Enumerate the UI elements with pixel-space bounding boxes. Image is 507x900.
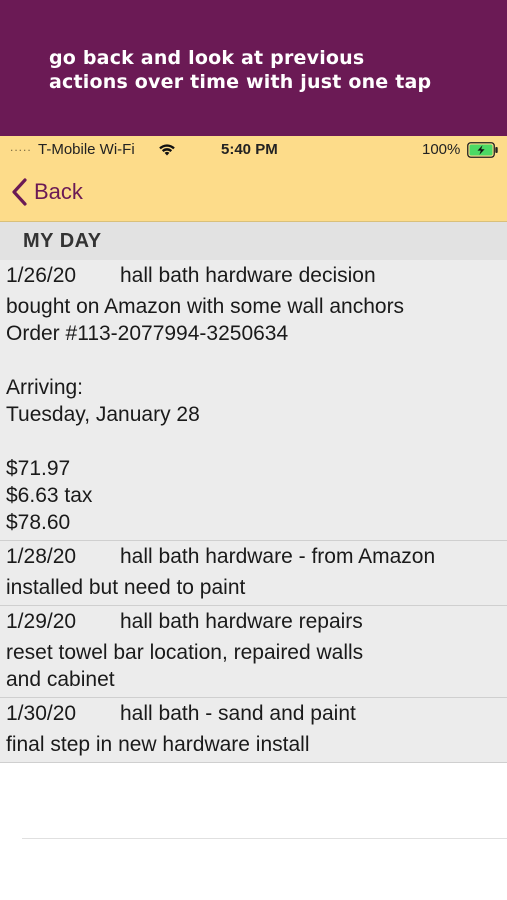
- entry-title: hall bath hardware repairs: [120, 610, 363, 633]
- entry-title: hall bath - sand and paint: [120, 702, 356, 725]
- entry-note: reset towel bar location, repaired walls…: [6, 641, 364, 691]
- section-header-my-day: MY DAY: [0, 222, 507, 260]
- status-time: 5:40 PM: [221, 141, 278, 158]
- entry-note: bought on Amazon with some wall anchors …: [6, 295, 405, 534]
- promo-text: go back and look at previous actions ove…: [49, 46, 431, 94]
- signal-strength-icon: .....: [10, 140, 32, 154]
- entry-list: 1/26/20 hall bath hardware decision boug…: [0, 260, 507, 763]
- entry-header: 1/29/20 hall bath hardware repairs: [6, 606, 501, 635]
- wifi-icon: [159, 144, 175, 156]
- promo-line-2: actions over time with just one tap: [49, 71, 432, 93]
- entry-note: final step in new hardware install: [6, 733, 310, 756]
- list-item[interactable]: 1/26/20 hall bath hardware decision boug…: [0, 260, 507, 541]
- entry-header: 1/26/20 hall bath hardware decision: [6, 260, 501, 289]
- promo-banner: go back and look at previous actions ove…: [0, 0, 507, 136]
- battery-percentage: 100%: [422, 141, 461, 158]
- list-item[interactable]: 1/28/20 hall bath hardware - from Amazon…: [0, 541, 507, 606]
- entry-date: 1/30/20: [6, 702, 77, 725]
- divider: [22, 838, 507, 839]
- promo-line-1: go back and look at previous: [49, 47, 365, 69]
- status-bar: ..... T-Mobile Wi-Fi 5:40 PM 100%: [0, 136, 507, 162]
- entry-title: hall bath hardware decision: [120, 264, 376, 287]
- empty-list-area: [0, 763, 507, 833]
- entry-title: hall bath hardware - from Amazon: [120, 545, 436, 568]
- navigation-header: ..... T-Mobile Wi-Fi 5:40 PM 100% Back: [0, 136, 507, 222]
- list-item[interactable]: 1/29/20 hall bath hardware repairs reset…: [0, 606, 507, 698]
- entry-header: 1/28/20 hall bath hardware - from Amazon: [6, 541, 501, 570]
- journal-content: MY DAY 1/26/20 hall bath hardware decisi…: [0, 222, 507, 833]
- back-button-label: Back: [34, 179, 83, 204]
- carrier-name: T-Mobile Wi-Fi: [38, 141, 135, 158]
- entry-date: 1/26/20: [6, 264, 77, 287]
- list-item[interactable]: 1/30/20 hall bath - sand and paint final…: [0, 698, 507, 763]
- battery-charging-icon: [467, 142, 498, 158]
- entry-date: 1/29/20: [6, 610, 77, 633]
- back-button[interactable]: Back: [10, 176, 83, 208]
- entry-date: 1/28/20: [6, 545, 77, 568]
- chevron-left-icon: [12, 178, 27, 206]
- entry-note: installed but need to paint: [6, 576, 246, 599]
- entry-header: 1/30/20 hall bath - sand and paint: [6, 698, 501, 727]
